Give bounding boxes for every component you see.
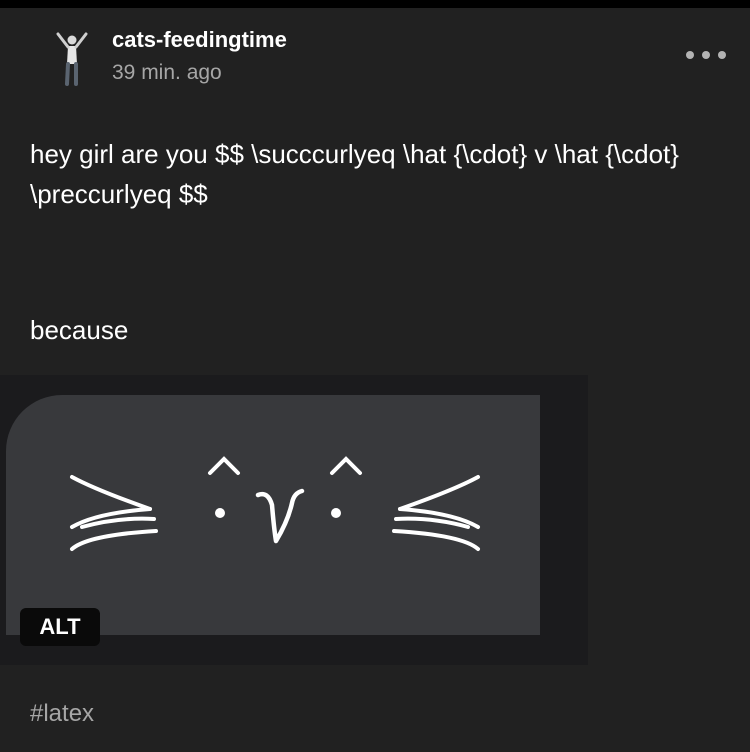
kaomoji-image [70, 456, 480, 551]
alt-text-badge[interactable]: ALT [20, 608, 100, 646]
avatar[interactable] [48, 28, 96, 88]
post-body-text: hey girl are you $$ \succcurlyeq \hat {\… [30, 139, 679, 209]
post-tag[interactable]: #latex [30, 700, 94, 728]
post-timestamp: 39 min. ago [112, 61, 222, 84]
more-options-icon[interactable] [684, 42, 728, 68]
post-username[interactable]: cats-feedingtime [112, 27, 287, 53]
top-bar [0, 0, 750, 8]
post-because-text: because [30, 315, 129, 345]
